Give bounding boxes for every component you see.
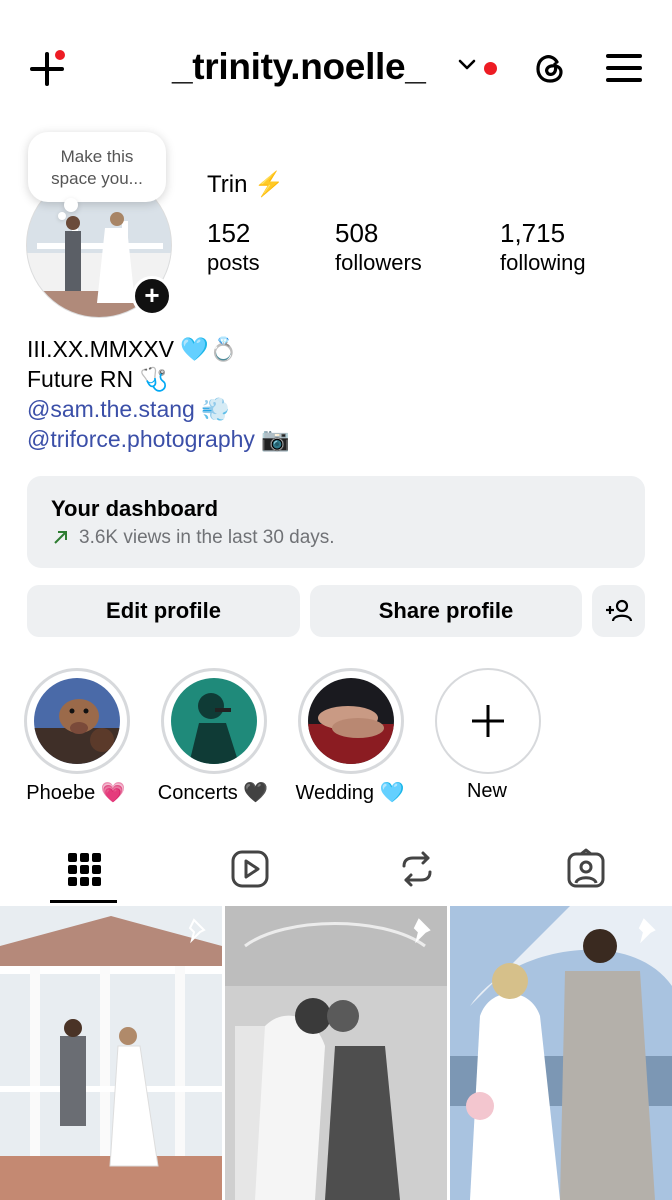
note-bubble-line1: Make this xyxy=(60,147,134,166)
active-tab-indicator xyxy=(50,900,117,903)
highlight-image xyxy=(34,678,120,764)
followers-stat[interactable]: 508 followers xyxy=(335,218,422,278)
account-notification-dot xyxy=(484,62,497,75)
add-person-icon xyxy=(605,599,632,622)
menu-line xyxy=(606,66,642,70)
dashboard-title: Your dashboard xyxy=(51,496,219,521)
note-bubble-line2: space you... xyxy=(51,169,143,188)
menu-line xyxy=(606,78,642,82)
tab-grid[interactable] xyxy=(63,848,105,890)
username-title[interactable]: _trinity.noelle_ xyxy=(172,46,426,88)
post-thumbnail[interactable] xyxy=(225,906,447,1200)
menu-line xyxy=(606,54,642,58)
share-profile-button[interactable]: Share profile xyxy=(310,585,582,637)
tagged-icon xyxy=(567,848,605,888)
reels-icon xyxy=(231,850,269,888)
posts-count: 152 xyxy=(207,218,251,248)
edit-profile-button[interactable]: Edit profile xyxy=(27,585,300,637)
dashboard-subtitle: 3.6K views in the last 30 days. xyxy=(79,527,335,548)
bio-line: III.XX.MMXXV 🩵💍 xyxy=(27,336,238,362)
tab-reels[interactable] xyxy=(229,848,271,890)
highlight-label: Wedding 🩵 xyxy=(295,782,405,804)
highlight-label: Concerts 🖤 xyxy=(157,782,269,804)
followers-label: followers xyxy=(335,250,422,275)
bio-line: Future RN 🩺 xyxy=(27,366,169,392)
new-post-button[interactable] xyxy=(28,48,68,88)
menu-icon[interactable] xyxy=(606,52,642,84)
highlight-concerts[interactable] xyxy=(161,668,267,774)
post-image xyxy=(0,906,222,1200)
following-stat[interactable]: 1,715 following xyxy=(500,218,586,278)
professional-dashboard[interactable]: Your dashboard 3.6K views in the last 30… xyxy=(27,476,645,568)
pin-icon xyxy=(413,918,431,944)
bubble-tail-small xyxy=(58,212,66,220)
highlight-wedding[interactable] xyxy=(298,668,404,774)
post-thumbnail[interactable] xyxy=(0,906,222,1200)
tab-reposts[interactable] xyxy=(396,848,438,890)
highlight-phoebe[interactable] xyxy=(24,668,130,774)
highlight-image xyxy=(171,678,257,764)
posts-stat[interactable]: 152 posts xyxy=(207,218,260,278)
threads-icon[interactable] xyxy=(530,48,570,88)
reposts-icon xyxy=(402,851,432,887)
notification-dot xyxy=(53,48,67,62)
post-image xyxy=(450,906,672,1200)
following-count: 1,715 xyxy=(500,218,566,248)
bio-link[interactable]: @triforce.photography xyxy=(27,426,255,452)
camera-emoji: 📷 xyxy=(261,426,290,452)
add-story-button[interactable]: + xyxy=(132,276,172,316)
posts-label: posts xyxy=(207,250,260,275)
bio: III.XX.MMXXV 🩵💍 Future RN 🩺 @sam.the.sta… xyxy=(27,334,290,454)
tab-tagged[interactable] xyxy=(565,848,607,890)
highlight-label: New xyxy=(466,780,507,802)
trend-up-icon xyxy=(54,531,67,544)
highlight-image xyxy=(308,678,394,764)
bio-link[interactable]: @sam.the.stang xyxy=(27,396,195,422)
pin-icon xyxy=(188,918,206,944)
highlight-label: Phoebe 💗 xyxy=(26,782,126,804)
bubble-tail xyxy=(64,198,78,212)
plus-icon xyxy=(472,705,504,737)
new-highlight-button[interactable] xyxy=(435,668,541,774)
note-bubble[interactable]: Make this space you... xyxy=(28,132,166,220)
post-image xyxy=(225,906,447,1200)
post-thumbnail[interactable] xyxy=(450,906,672,1200)
display-name: Trin ⚡ xyxy=(207,171,284,198)
plus-icon-v xyxy=(45,52,49,86)
following-label: following xyxy=(500,250,586,275)
pin-icon xyxy=(638,918,656,944)
grid-icon xyxy=(68,853,101,886)
discover-people-button[interactable] xyxy=(592,585,645,637)
followers-count: 508 xyxy=(335,218,379,248)
chevron-down-icon[interactable] xyxy=(457,58,477,72)
dash-emoji: 💨 xyxy=(201,396,230,422)
